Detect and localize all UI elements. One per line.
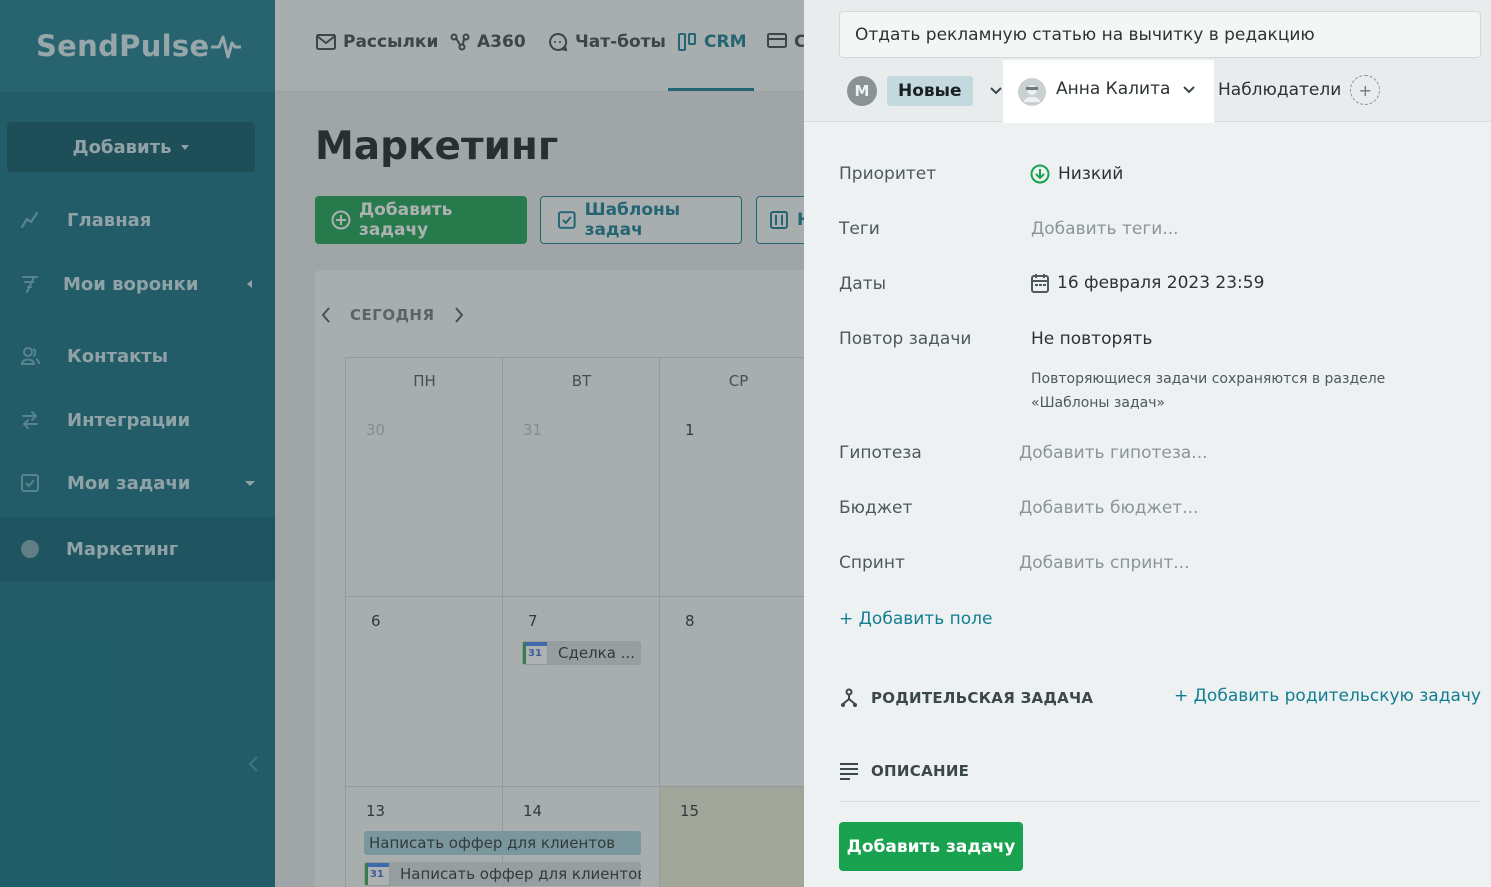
priority-label: Приоритет xyxy=(839,164,937,184)
repeat-label: Повтор задачи xyxy=(839,329,972,349)
task-meta-row: M Новые xyxy=(839,60,1003,122)
repeat-note: Повторяющиеся задачи сохраняются в разде… xyxy=(1031,371,1386,411)
description-divider xyxy=(839,801,1481,802)
hypothesis-label: Гипотеза xyxy=(839,443,922,463)
user-avatar-icon xyxy=(1024,84,1040,102)
tags-input[interactable]: Добавить теги... xyxy=(1031,219,1179,239)
modal-backdrop[interactable] xyxy=(0,0,804,887)
parent-task-title: РОДИТЕЛЬСКАЯ ЗАДАЧА xyxy=(871,689,1094,707)
calendar-icon xyxy=(1031,274,1049,293)
status-badge[interactable]: Новые xyxy=(887,76,973,106)
priority-text: Низкий xyxy=(1058,164,1124,184)
assignee-avatar xyxy=(1018,77,1046,106)
task-panel: M Новые Анна Калита Наблюдатели + Приори… xyxy=(804,0,1491,887)
task-panel-header: M Новые Анна Калита Наблюдатели + xyxy=(804,0,1491,123)
priority-value[interactable]: Низкий xyxy=(1030,164,1123,184)
tags-label: Теги xyxy=(839,219,880,239)
repeat-value[interactable]: Не повторять xyxy=(1031,329,1152,349)
task-title-input[interactable] xyxy=(839,11,1481,58)
sprint-label: Спринт xyxy=(839,553,905,573)
budget-input[interactable]: Добавить бюджет... xyxy=(1019,498,1198,518)
assignee-selector[interactable]: Анна Калита xyxy=(1003,60,1214,123)
chevron-down-icon xyxy=(1183,86,1195,94)
add-watcher-button[interactable]: + xyxy=(1350,75,1381,105)
dates-value[interactable]: 16 февраля 2023 23:59 xyxy=(1031,273,1264,293)
dates-text: 16 февраля 2023 23:59 xyxy=(1057,273,1265,293)
chevron-down-icon[interactable] xyxy=(989,86,1003,96)
assignee-name: Анна Калита xyxy=(1056,78,1171,99)
hierarchy-icon xyxy=(841,688,857,707)
parent-task-section: РОДИТЕЛЬСКАЯ ЗАДАЧА xyxy=(839,688,1093,708)
add-parent-task-link[interactable]: + Добавить родительскую задачу xyxy=(1174,686,1481,706)
description-title: ОПИСАНИЕ xyxy=(871,762,970,780)
watchers-label: Наблюдатели xyxy=(1218,80,1342,100)
add-field-link[interactable]: + Добавить поле xyxy=(839,609,992,629)
creator-avatar[interactable]: M xyxy=(847,76,877,106)
text-lines-icon xyxy=(840,763,858,780)
submit-task-button[interactable]: Добавить задачу xyxy=(839,822,1023,871)
hypothesis-input[interactable]: Добавить гипотеза... xyxy=(1019,443,1208,463)
arrow-down-circle-icon xyxy=(1030,164,1050,184)
watchers: Наблюдатели + xyxy=(1218,75,1381,105)
budget-label: Бюджет xyxy=(839,498,913,518)
sprint-input[interactable]: Добавить спринт... xyxy=(1019,553,1190,573)
dates-label: Даты xyxy=(839,274,887,294)
description-section: ОПИСАНИЕ xyxy=(839,762,969,780)
